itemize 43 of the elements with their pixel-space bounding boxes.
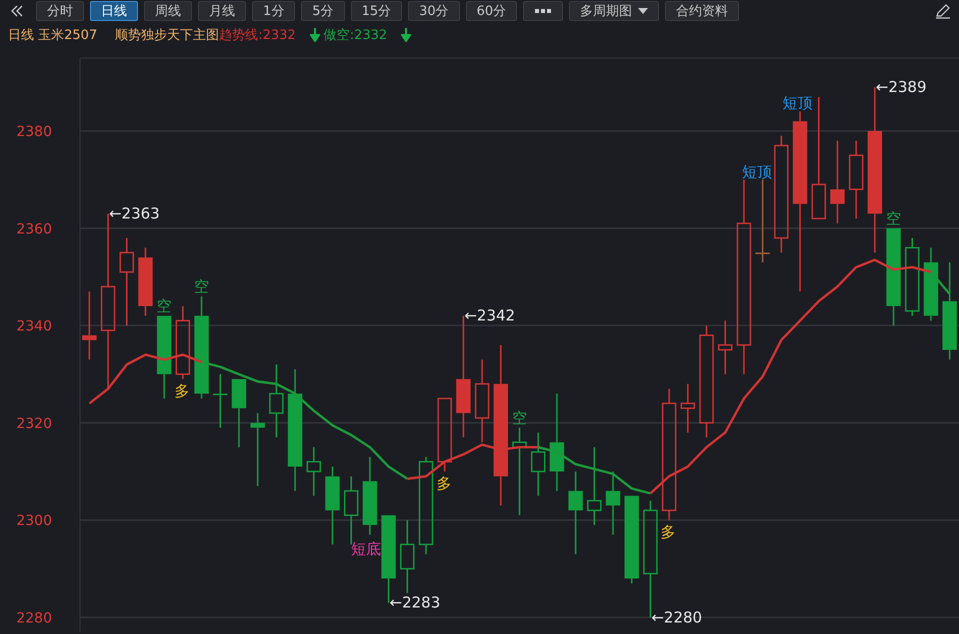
- chart-annotation: 多: [660, 523, 676, 542]
- chart-annotation: 空: [512, 408, 528, 427]
- axis-label: 2280: [16, 610, 52, 626]
- period-tab[interactable]: 分时: [36, 1, 84, 21]
- collapse-icon[interactable]: [10, 4, 24, 18]
- chart-annotation: 空: [886, 209, 902, 228]
- chart-annotation: 短顶: [782, 94, 812, 112]
- chart-annotation: 空: [156, 296, 172, 315]
- down-arrow-icon: [310, 28, 320, 42]
- caret-icon: [638, 8, 648, 14]
- chart-annotation: 空: [194, 278, 210, 296]
- chart-annotation: ←2280: [651, 608, 702, 626]
- period-tab[interactable]: 5分: [301, 1, 345, 21]
- period-tab[interactable]: 周线: [144, 1, 192, 21]
- chart-annotation: ←2389: [876, 78, 927, 96]
- axis-label: 2340: [16, 318, 52, 335]
- chart-annotation: 多: [436, 474, 452, 492]
- period-tab[interactable]: 日线: [90, 1, 138, 21]
- period-tab[interactable]: 1分: [252, 1, 296, 21]
- axis-label: 2300: [16, 513, 52, 530]
- chart-annotation: 多: [174, 382, 190, 400]
- chart-annotation: ←2283: [390, 594, 440, 612]
- period-tab[interactable]: 30分: [408, 1, 460, 21]
- axis-label: 2380: [16, 124, 52, 140]
- more-icon: [534, 8, 552, 14]
- axis-label: 2320: [16, 416, 52, 432]
- contract-info-button[interactable]: 合约资料: [665, 1, 740, 21]
- axis-label: 2360: [16, 221, 52, 238]
- short-value: 做空:2332: [324, 27, 388, 44]
- period-tab[interactable]: 15分: [350, 1, 402, 21]
- trend-value: 趋势线:2332: [219, 27, 296, 44]
- pencil-icon[interactable]: [935, 3, 951, 19]
- chart-annotation: ←2363: [109, 204, 160, 223]
- chart-annotation: ←2342: [464, 306, 516, 325]
- chart-title: 日线 玉米2507: [8, 27, 98, 44]
- period-tab[interactable]: 月线: [198, 1, 246, 21]
- chart-annotation: 短底: [351, 540, 382, 558]
- chart-annotation: 短顶: [742, 163, 772, 182]
- more-button[interactable]: [523, 1, 564, 21]
- indicator-name: 顺势独步天下主图: [115, 27, 220, 44]
- period-dropdown[interactable]: 多周期图: [569, 1, 660, 21]
- down-arrow-icon: [401, 28, 412, 42]
- period-tab[interactable]: 60分: [466, 1, 518, 21]
